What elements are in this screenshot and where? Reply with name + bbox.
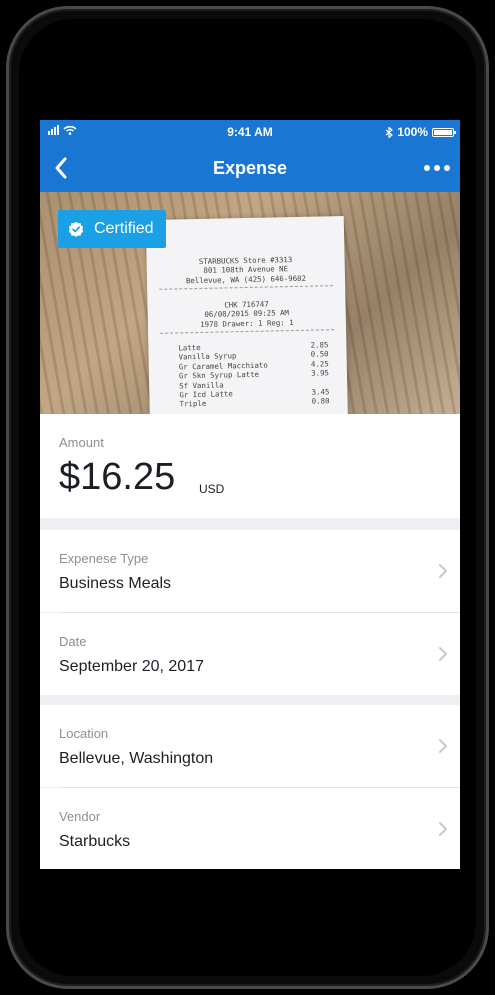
more-options-icon[interactable] [420,158,454,178]
date-value: September 20, 2017 [59,658,204,675]
certified-label: Certified [94,220,154,237]
amount-currency: USD [199,482,225,496]
verified-check-icon [68,221,84,237]
vendor-label: Vendor [59,809,101,824]
nav-bar: Expense [40,144,460,192]
expense-type-row[interactable]: Expenese Type Business Meals [40,530,460,612]
amount-value: $16.25 [59,456,176,498]
chevron-right-icon [439,739,447,753]
location-label: Location [59,726,109,741]
bluetooth-icon [385,126,394,138]
receipt-header: STARBUCKS Store #3313 801 108th Avenue N… [147,254,346,293]
vendor-value: Starbucks [59,833,131,850]
app-screen: 9:41 AM 100% Expense STARBUCKS Store #33… [40,120,460,869]
vendor-row[interactable]: Vendor Starbucks [40,788,460,869]
receipt-paper: STARBUCKS Store #3313 801 108th Avenue N… [145,215,349,414]
page-title: Expense [212,158,288,178]
chevron-right-icon [439,564,447,578]
status-bar: 9:41 AM 100% [40,120,460,144]
battery-percent: 100% [397,125,428,139]
receipt-check-info: CHK 716747 06/08/2015 09:25 AM 1978 Draw… [147,298,346,337]
receipt-item: Triple 0.80 [179,396,330,409]
certified-badge: Certified [58,210,166,248]
chevron-right-icon [439,647,447,661]
chevron-right-icon [439,822,447,836]
expense-type-value: Business Meals [59,575,172,592]
expense-type-label: Expenese Type [59,551,149,566]
battery-icon [432,127,456,137]
amount-card: Amount $16.25 USD [40,414,460,518]
date-row[interactable]: Date September 20, 2017 [40,613,460,695]
date-label: Date [59,634,87,649]
location-value: Bellevue, Washington [59,750,214,767]
receipt-photo[interactable]: STARBUCKS Store #3313 801 108th Avenue N… [40,192,460,414]
amount-label: Amount [59,435,104,450]
status-right: 100% [385,125,456,139]
location-row[interactable]: Location Bellevue, Washington [40,705,460,787]
receipt-items: Latte 2.85 Vanilla Syrup 0.50 Gr Caramel M… [178,340,329,409]
